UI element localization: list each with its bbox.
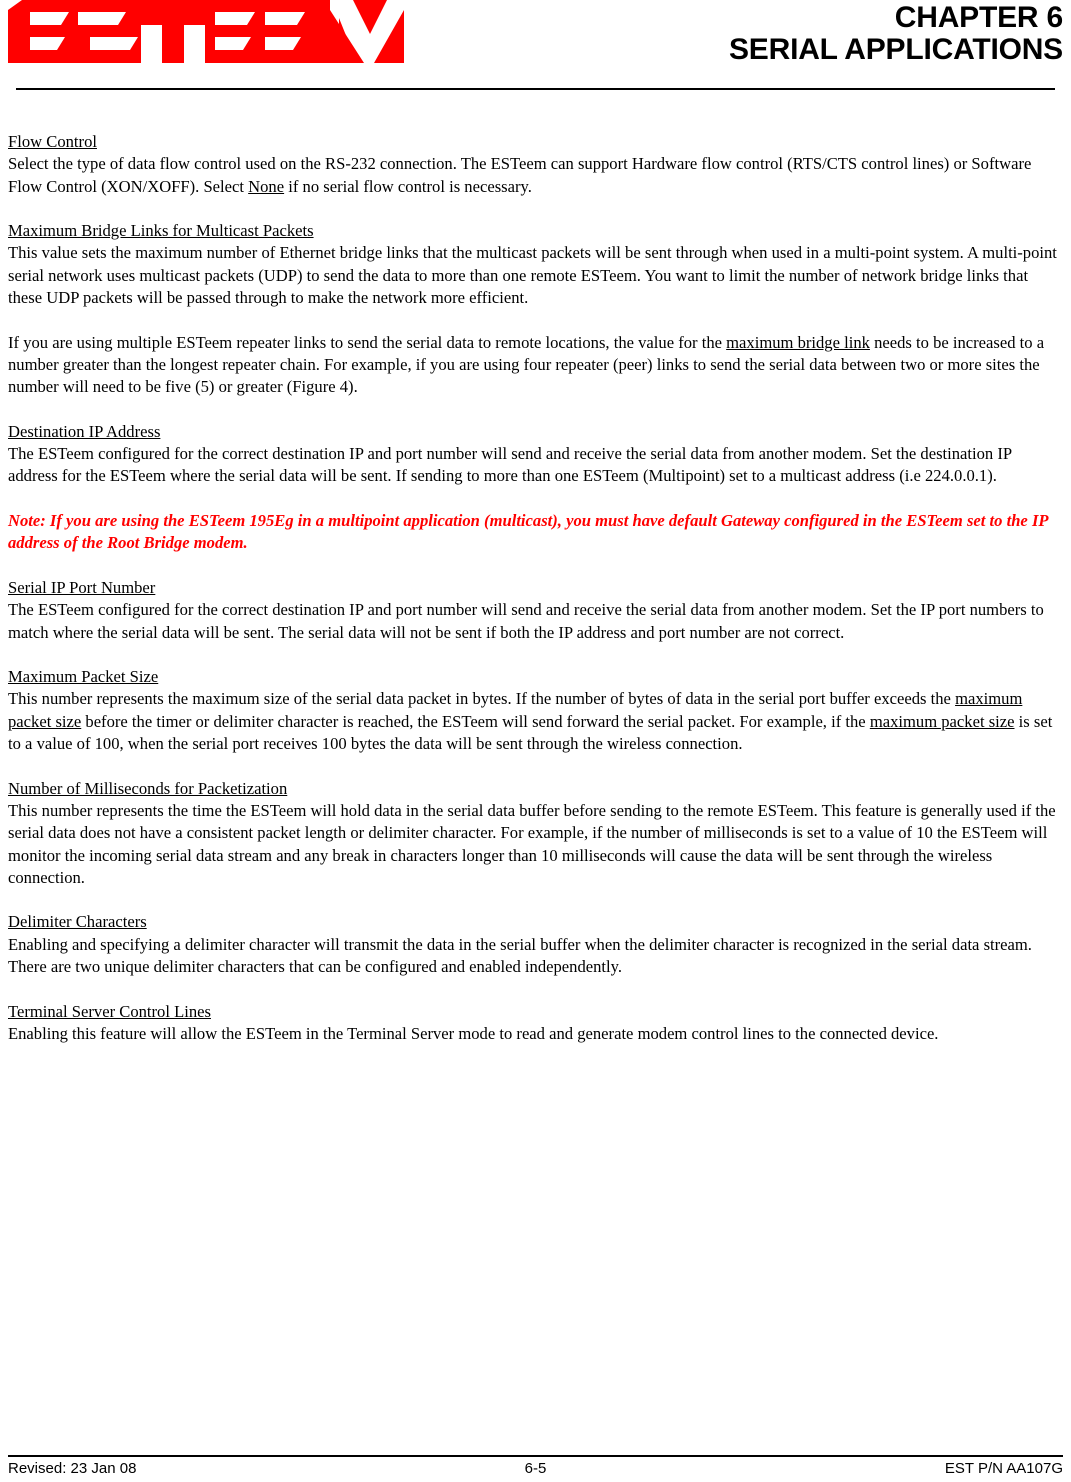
document-body: Flow Control Select the type of data flo… — [8, 131, 1063, 1045]
document-page: CHAPTER 6 SERIAL APPLICATIONS Flow Contr… — [0, 0, 1071, 1482]
chapter-number: CHAPTER 6 — [894, 1, 1063, 34]
paragraph-delimiter-characters: Enabling and specifying a delimiter char… — [8, 934, 1032, 976]
heading-destination-ip-address: Destination IP Address — [8, 421, 161, 441]
header-divider — [16, 88, 1055, 90]
heading-delimiter-characters: Delimiter Characters — [8, 912, 147, 932]
inline-emphasis-maximum-bridge-link: maximum bridge link — [726, 332, 870, 352]
paragraph-destination-ip-address: The ESTeem configured for the correct de… — [8, 444, 1012, 486]
page-footer: Revised: 23 Jan 08 6-5 EST P/N AA107G — [8, 1459, 1063, 1481]
inline-emphasis-maximum-packet-size-2: maximum packet size — [869, 711, 1015, 731]
footer-divider — [8, 1455, 1063, 1457]
text-segment: If you are using multiple ESTeem repeate… — [8, 332, 727, 352]
paragraph-maximum-packet-size: This number represents the maximum size … — [8, 688, 1063, 755]
paragraph-bridge-links-2: If you are using multiple ESTeem repeate… — [8, 332, 1063, 399]
chapter-title-block: CHAPTER 6 SERIAL APPLICATIONS — [728, 1, 1063, 67]
esteem-logo — [8, 0, 404, 63]
page-header: CHAPTER 6 SERIAL APPLICATIONS — [8, 0, 1063, 90]
inline-emphasis-none: None — [248, 176, 285, 196]
text-segment: if no serial flow control is necessary. — [284, 176, 532, 196]
text-segment: This number represents the maximum size … — [8, 689, 956, 709]
heading-number-of-milliseconds: Number of Milliseconds for Packetization — [8, 778, 288, 798]
heading-terminal-server-control-lines: Terminal Server Control Lines — [8, 1001, 211, 1021]
heading-serial-ip-port-number: Serial IP Port Number — [8, 577, 156, 597]
note-callout: Note: If you are using the ESTeem 195Eg … — [8, 511, 1048, 553]
chapter-name: SERIAL APPLICATIONS — [728, 33, 1063, 67]
paragraph-terminal-server-control-lines: Enabling this feature will allow the EST… — [8, 1023, 939, 1043]
paragraph-bridge-links-1: This value sets the maximum number of Et… — [8, 243, 1057, 308]
text-segment: before the timer or delimiter character … — [81, 711, 870, 731]
heading-maximum-packet-size: Maximum Packet Size — [8, 667, 159, 687]
paragraph-flow-control: Select the type of data flow control use… — [8, 153, 1063, 198]
paragraph-serial-ip-port-number: The ESTeem configured for the correct de… — [8, 600, 1044, 642]
footer-page-number: 6-5 — [524, 1460, 547, 1477]
heading-flow-control: Flow Control — [8, 132, 97, 151]
heading-maximum-bridge-links: Maximum Bridge Links for Multicast Packe… — [8, 221, 314, 241]
paragraph-number-of-milliseconds: This number represents the time the ESTe… — [8, 800, 1056, 887]
